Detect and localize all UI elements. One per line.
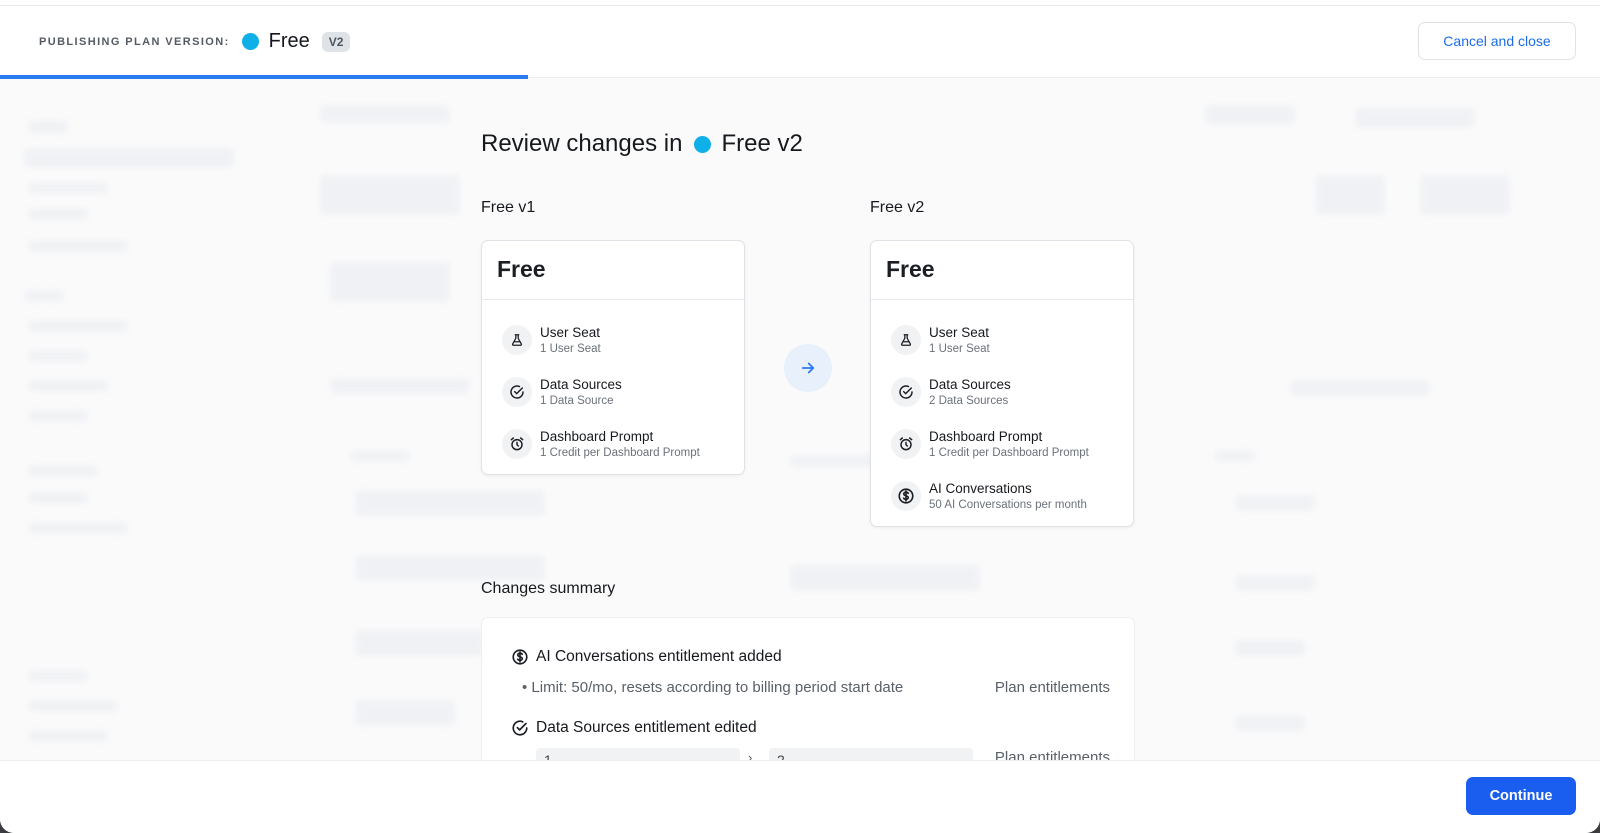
entitlement-desc: 2 Data Sources [929,395,1009,407]
continue-button[interactable]: Continue [1466,777,1576,815]
change-section-link[interactable]: Plan entitlements [995,679,1110,696]
check-circle-icon [502,377,532,407]
new-version-label: Free v2 [870,199,925,216]
change-item: Data Sources entitlement edited [511,719,757,737]
change-title: AI Conversations entitlement added [536,648,782,665]
review-title: Review changes in Free v2 [481,130,803,158]
entitlement-item: Dashboard Prompt 1 Credit per Dashboard … [502,418,728,470]
entitlement-name: Data Sources [540,377,622,392]
entitlement-name: User Seat [540,325,601,340]
entitlement-item: AI Conversations 50 AI Conversations per… [891,470,1117,522]
entitlement-desc: 1 Data Source [540,395,614,407]
entitlement-desc: 50 AI Conversations per month [929,499,1087,511]
entitlement-name: Dashboard Prompt [540,429,654,444]
version-badge: V2 [321,31,351,52]
entitlement-item: Data Sources 1 Data Source [502,366,728,418]
new-card-title: Free [871,241,1133,300]
change-item: AI Conversations entitlement added [511,648,782,666]
change-title: Data Sources entitlement edited [536,719,757,736]
alarm-clock-icon [891,429,921,459]
flask-icon [891,325,921,355]
modal-footer: Continue [0,760,1600,833]
entitlement-item: Data Sources 2 Data Sources [891,366,1117,418]
change-detail: • Limit: 50/mo, resets according to bill… [522,679,904,696]
dollar-circle-icon [512,649,528,665]
old-version-label: Free v1 [481,199,536,216]
entitlement-item: User Seat 1 User Seat [502,314,728,366]
old-card-title: Free [482,241,744,300]
progress-bar-fill [0,75,528,79]
new-version-card: Free User Seat 1 User Seat Data Sources … [870,240,1134,527]
publish-plan-modal: PUBLISHING PLAN VERSION: Free V2 Cancel … [0,0,1600,833]
dollar-circle-icon [891,481,921,511]
modal-header: PUBLISHING PLAN VERSION: Free V2 Cancel … [0,6,1600,78]
entitlement-name: Dashboard Prompt [929,429,1043,444]
entitlement-desc: 1 Credit per Dashboard Prompt [929,447,1089,459]
plan-color-dot [241,33,259,50]
review-title-plan: Free v2 [721,130,803,157]
old-version-card: Free User Seat 1 User Seat Data Sources … [481,240,745,475]
entitlement-name: AI Conversations [929,481,1032,496]
header-plan-name: Free [268,30,310,52]
check-circle-icon [512,720,528,736]
header-label: PUBLISHING PLAN VERSION: [39,35,230,48]
changes-summary-panel: AI Conversations entitlement added • Lim… [481,617,1135,767]
arrow-right-icon [784,344,832,392]
cancel-and-close-button[interactable]: Cancel and close [1418,22,1576,60]
plan-color-dot [694,135,712,153]
flask-icon [502,325,532,355]
entitlement-desc: 1 User Seat [540,343,601,355]
entitlement-name: User Seat [929,325,990,340]
entitlement-name: Data Sources [929,377,1011,392]
review-title-prefix: Review changes in [481,130,683,157]
alarm-clock-icon [502,429,532,459]
check-circle-icon [891,377,921,407]
entitlement-desc: 1 User Seat [929,343,990,355]
changes-summary-label: Changes summary [481,580,616,597]
entitlement-desc: 1 Credit per Dashboard Prompt [540,447,700,459]
entitlement-item: User Seat 1 User Seat [891,314,1117,366]
entitlement-item: Dashboard Prompt 1 Credit per Dashboard … [891,418,1117,470]
progress-bar [0,75,1600,79]
